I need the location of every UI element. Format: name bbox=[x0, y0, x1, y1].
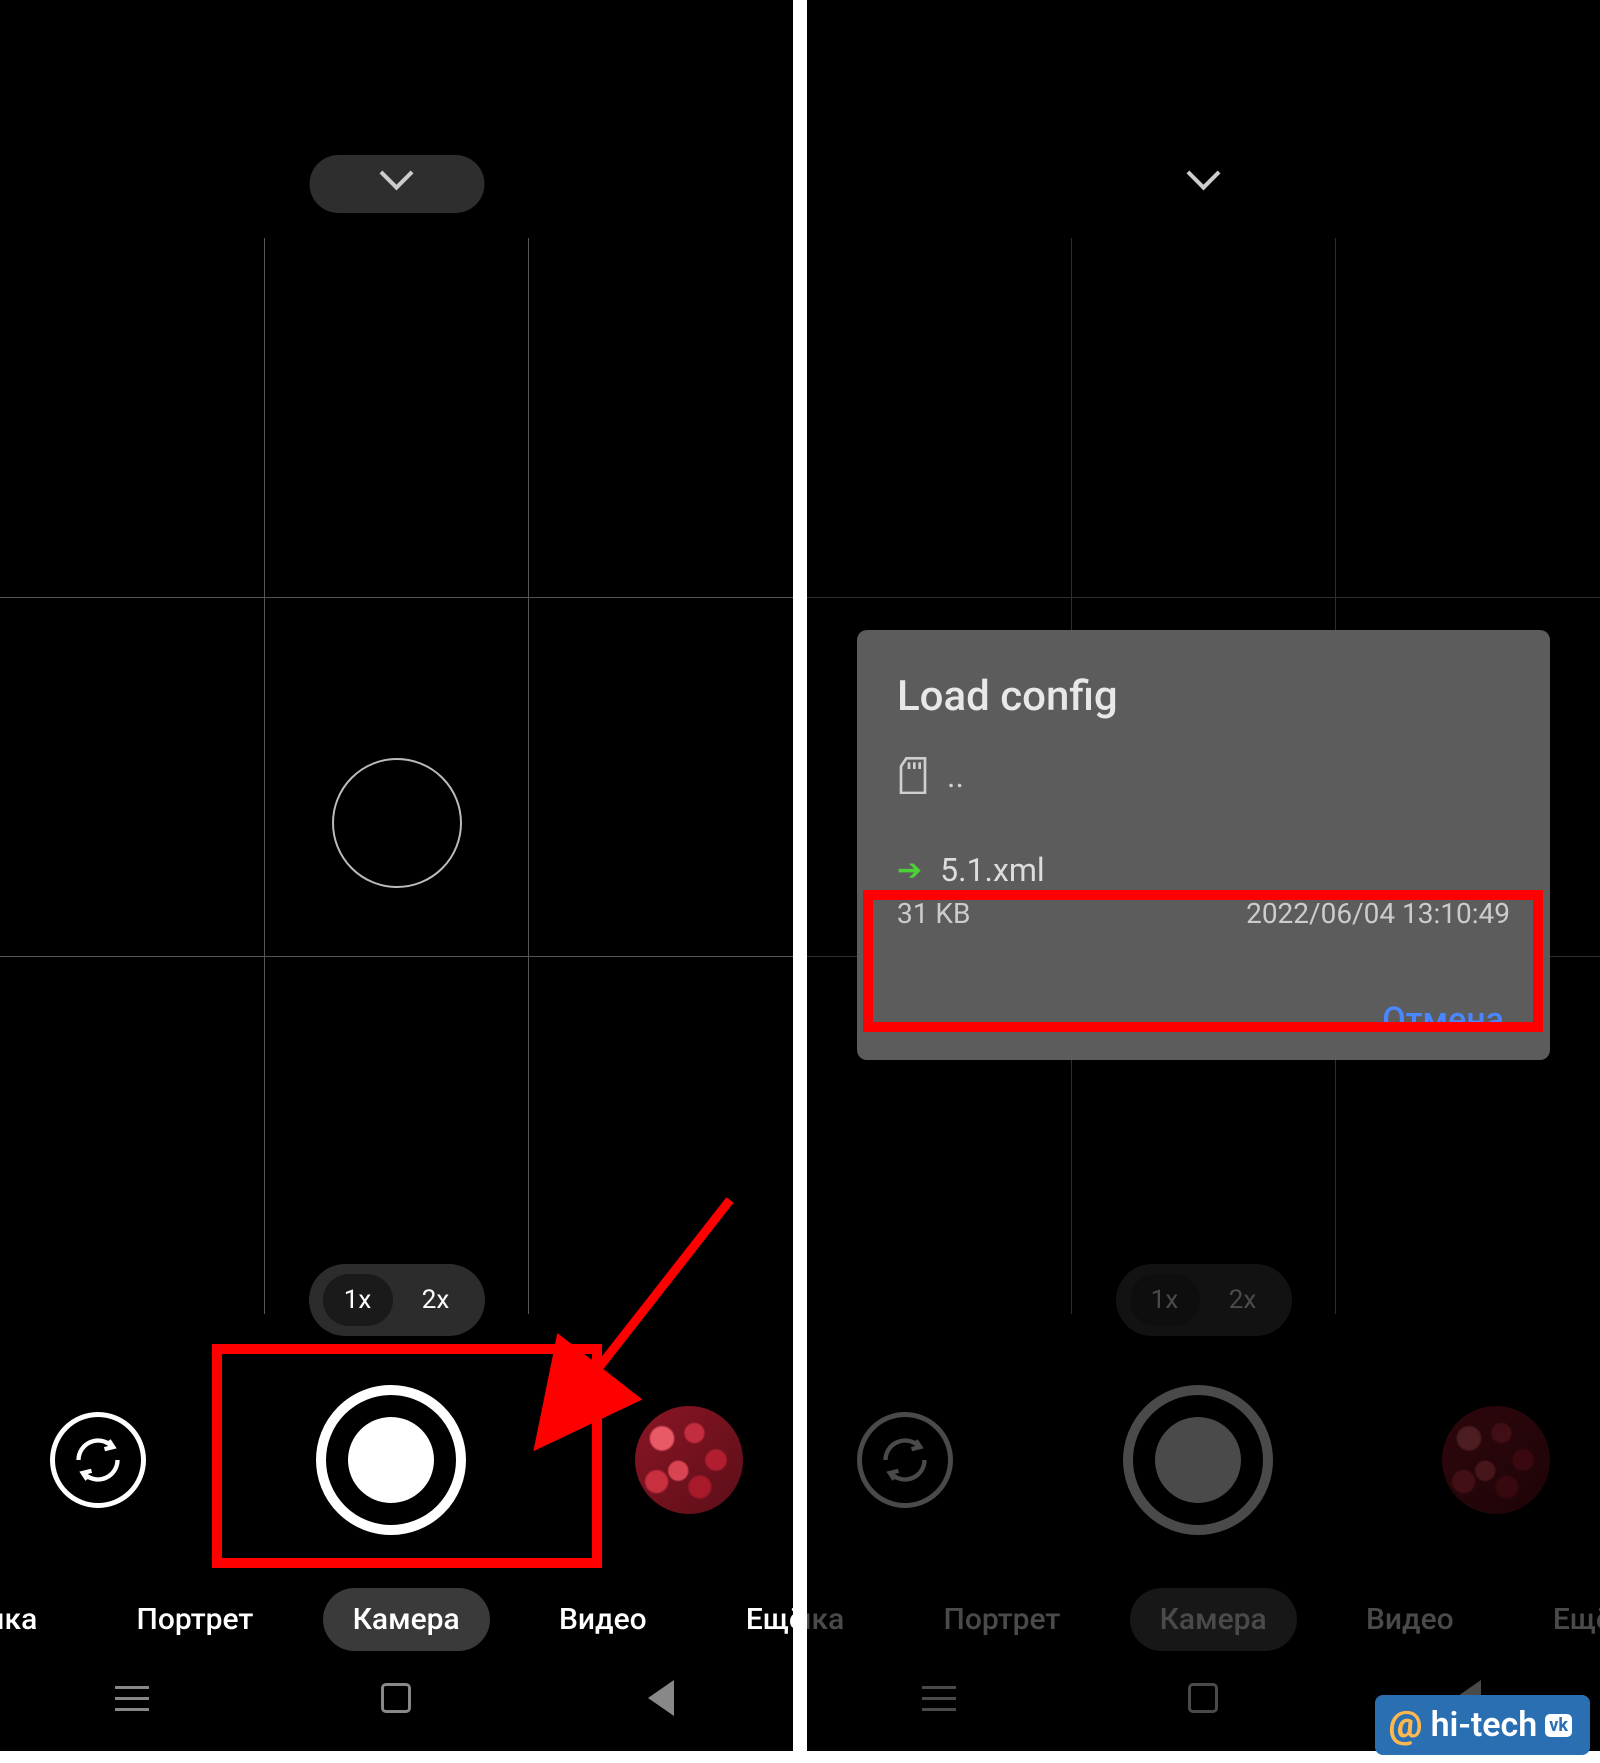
cancel-button[interactable]: Отмена bbox=[897, 1000, 1510, 1040]
mode-camera[interactable]: Камера bbox=[323, 1588, 490, 1651]
sd-card-icon bbox=[897, 757, 929, 795]
zoom-1x-button: 1x bbox=[1130, 1274, 1200, 1326]
mode-more: Ещё bbox=[1523, 1588, 1600, 1651]
zoom-2x-button[interactable]: 2x bbox=[401, 1274, 471, 1326]
grid-line bbox=[807, 597, 1600, 598]
config-file-row[interactable]: ➔ 5.1.xml 31 KB 2022/06/04 13:10:49 bbox=[897, 839, 1510, 950]
mode-more[interactable]: Ещё bbox=[716, 1588, 793, 1651]
nav-recent-button[interactable] bbox=[110, 1676, 154, 1720]
zoom-switch[interactable]: 1x 2x bbox=[309, 1264, 485, 1336]
parent-directory-row[interactable]: .. bbox=[897, 757, 1510, 795]
grid-line bbox=[264, 238, 265, 1314]
flip-camera-button bbox=[857, 1412, 953, 1508]
file-size: 31 KB bbox=[897, 897, 970, 930]
chevron-down-icon bbox=[1187, 167, 1221, 201]
grid-line bbox=[0, 597, 793, 598]
grid-line bbox=[528, 238, 529, 1314]
mode-night: мка bbox=[807, 1588, 874, 1651]
at-icon: @ bbox=[1389, 1703, 1423, 1747]
camera-controls bbox=[807, 1360, 1600, 1560]
mode-night[interactable]: мка bbox=[0, 1588, 67, 1651]
flip-camera-button[interactable] bbox=[50, 1412, 146, 1508]
mode-portrait[interactable]: Портрет bbox=[107, 1588, 284, 1651]
mode-selector: мка Портрет Камера Видео Ещё bbox=[807, 1588, 1600, 1651]
file-date: 2022/06/04 13:10:49 bbox=[1246, 897, 1510, 930]
nav-recent-button[interactable] bbox=[917, 1676, 961, 1720]
load-config-dialog: Load config .. ➔ 5.1.xml 31 KB 2022/06/0… bbox=[857, 630, 1550, 1060]
mode-camera: Камера bbox=[1130, 1588, 1297, 1651]
phone-left: 1x 2x мка Портрет Камера Видео Ещё bbox=[0, 0, 793, 1751]
dialog-title: Load config bbox=[897, 672, 1510, 721]
gallery-thumbnail-button[interactable] bbox=[635, 1406, 743, 1514]
mode-video: Видео bbox=[1336, 1588, 1484, 1651]
gallery-thumbnail-button bbox=[1442, 1406, 1550, 1514]
shutter-button[interactable] bbox=[316, 1385, 466, 1535]
camera-viewfinder[interactable] bbox=[0, 238, 793, 1314]
watermark-badge: @ hi-tech vk bbox=[1375, 1695, 1591, 1755]
shutter-button bbox=[1123, 1385, 1273, 1535]
nav-home-button[interactable] bbox=[1181, 1676, 1225, 1720]
chevron-down-icon bbox=[380, 167, 414, 201]
nav-home-button[interactable] bbox=[374, 1676, 418, 1720]
zoom-2x-button: 2x bbox=[1208, 1274, 1278, 1326]
camera-controls bbox=[0, 1360, 793, 1560]
system-nav-bar bbox=[0, 1663, 793, 1733]
phone-right: 1x 2x мка Портрет Камера Видео Ещё Load … bbox=[807, 0, 1600, 1751]
expand-options-button[interactable] bbox=[309, 155, 484, 213]
flip-camera-icon bbox=[72, 1434, 124, 1486]
nav-back-button[interactable] bbox=[639, 1676, 683, 1720]
watermark-text: hi-tech bbox=[1431, 1705, 1538, 1745]
parent-directory-label: .. bbox=[947, 757, 964, 795]
file-name: 5.1.xml bbox=[940, 851, 1045, 889]
expand-options-button[interactable] bbox=[1116, 155, 1291, 213]
vk-icon: vk bbox=[1545, 1714, 1572, 1737]
mode-video[interactable]: Видео bbox=[529, 1588, 677, 1651]
mode-selector[interactable]: мка Портрет Камера Видео Ещё bbox=[0, 1588, 793, 1651]
grid-line bbox=[0, 956, 793, 957]
focus-indicator-icon bbox=[332, 758, 462, 888]
zoom-switch: 1x 2x bbox=[1116, 1264, 1292, 1336]
flip-camera-icon bbox=[879, 1434, 931, 1486]
mode-portrait: Портрет bbox=[914, 1588, 1091, 1651]
file-arrow-icon: ➔ bbox=[897, 853, 922, 888]
zoom-1x-button[interactable]: 1x bbox=[323, 1274, 393, 1326]
